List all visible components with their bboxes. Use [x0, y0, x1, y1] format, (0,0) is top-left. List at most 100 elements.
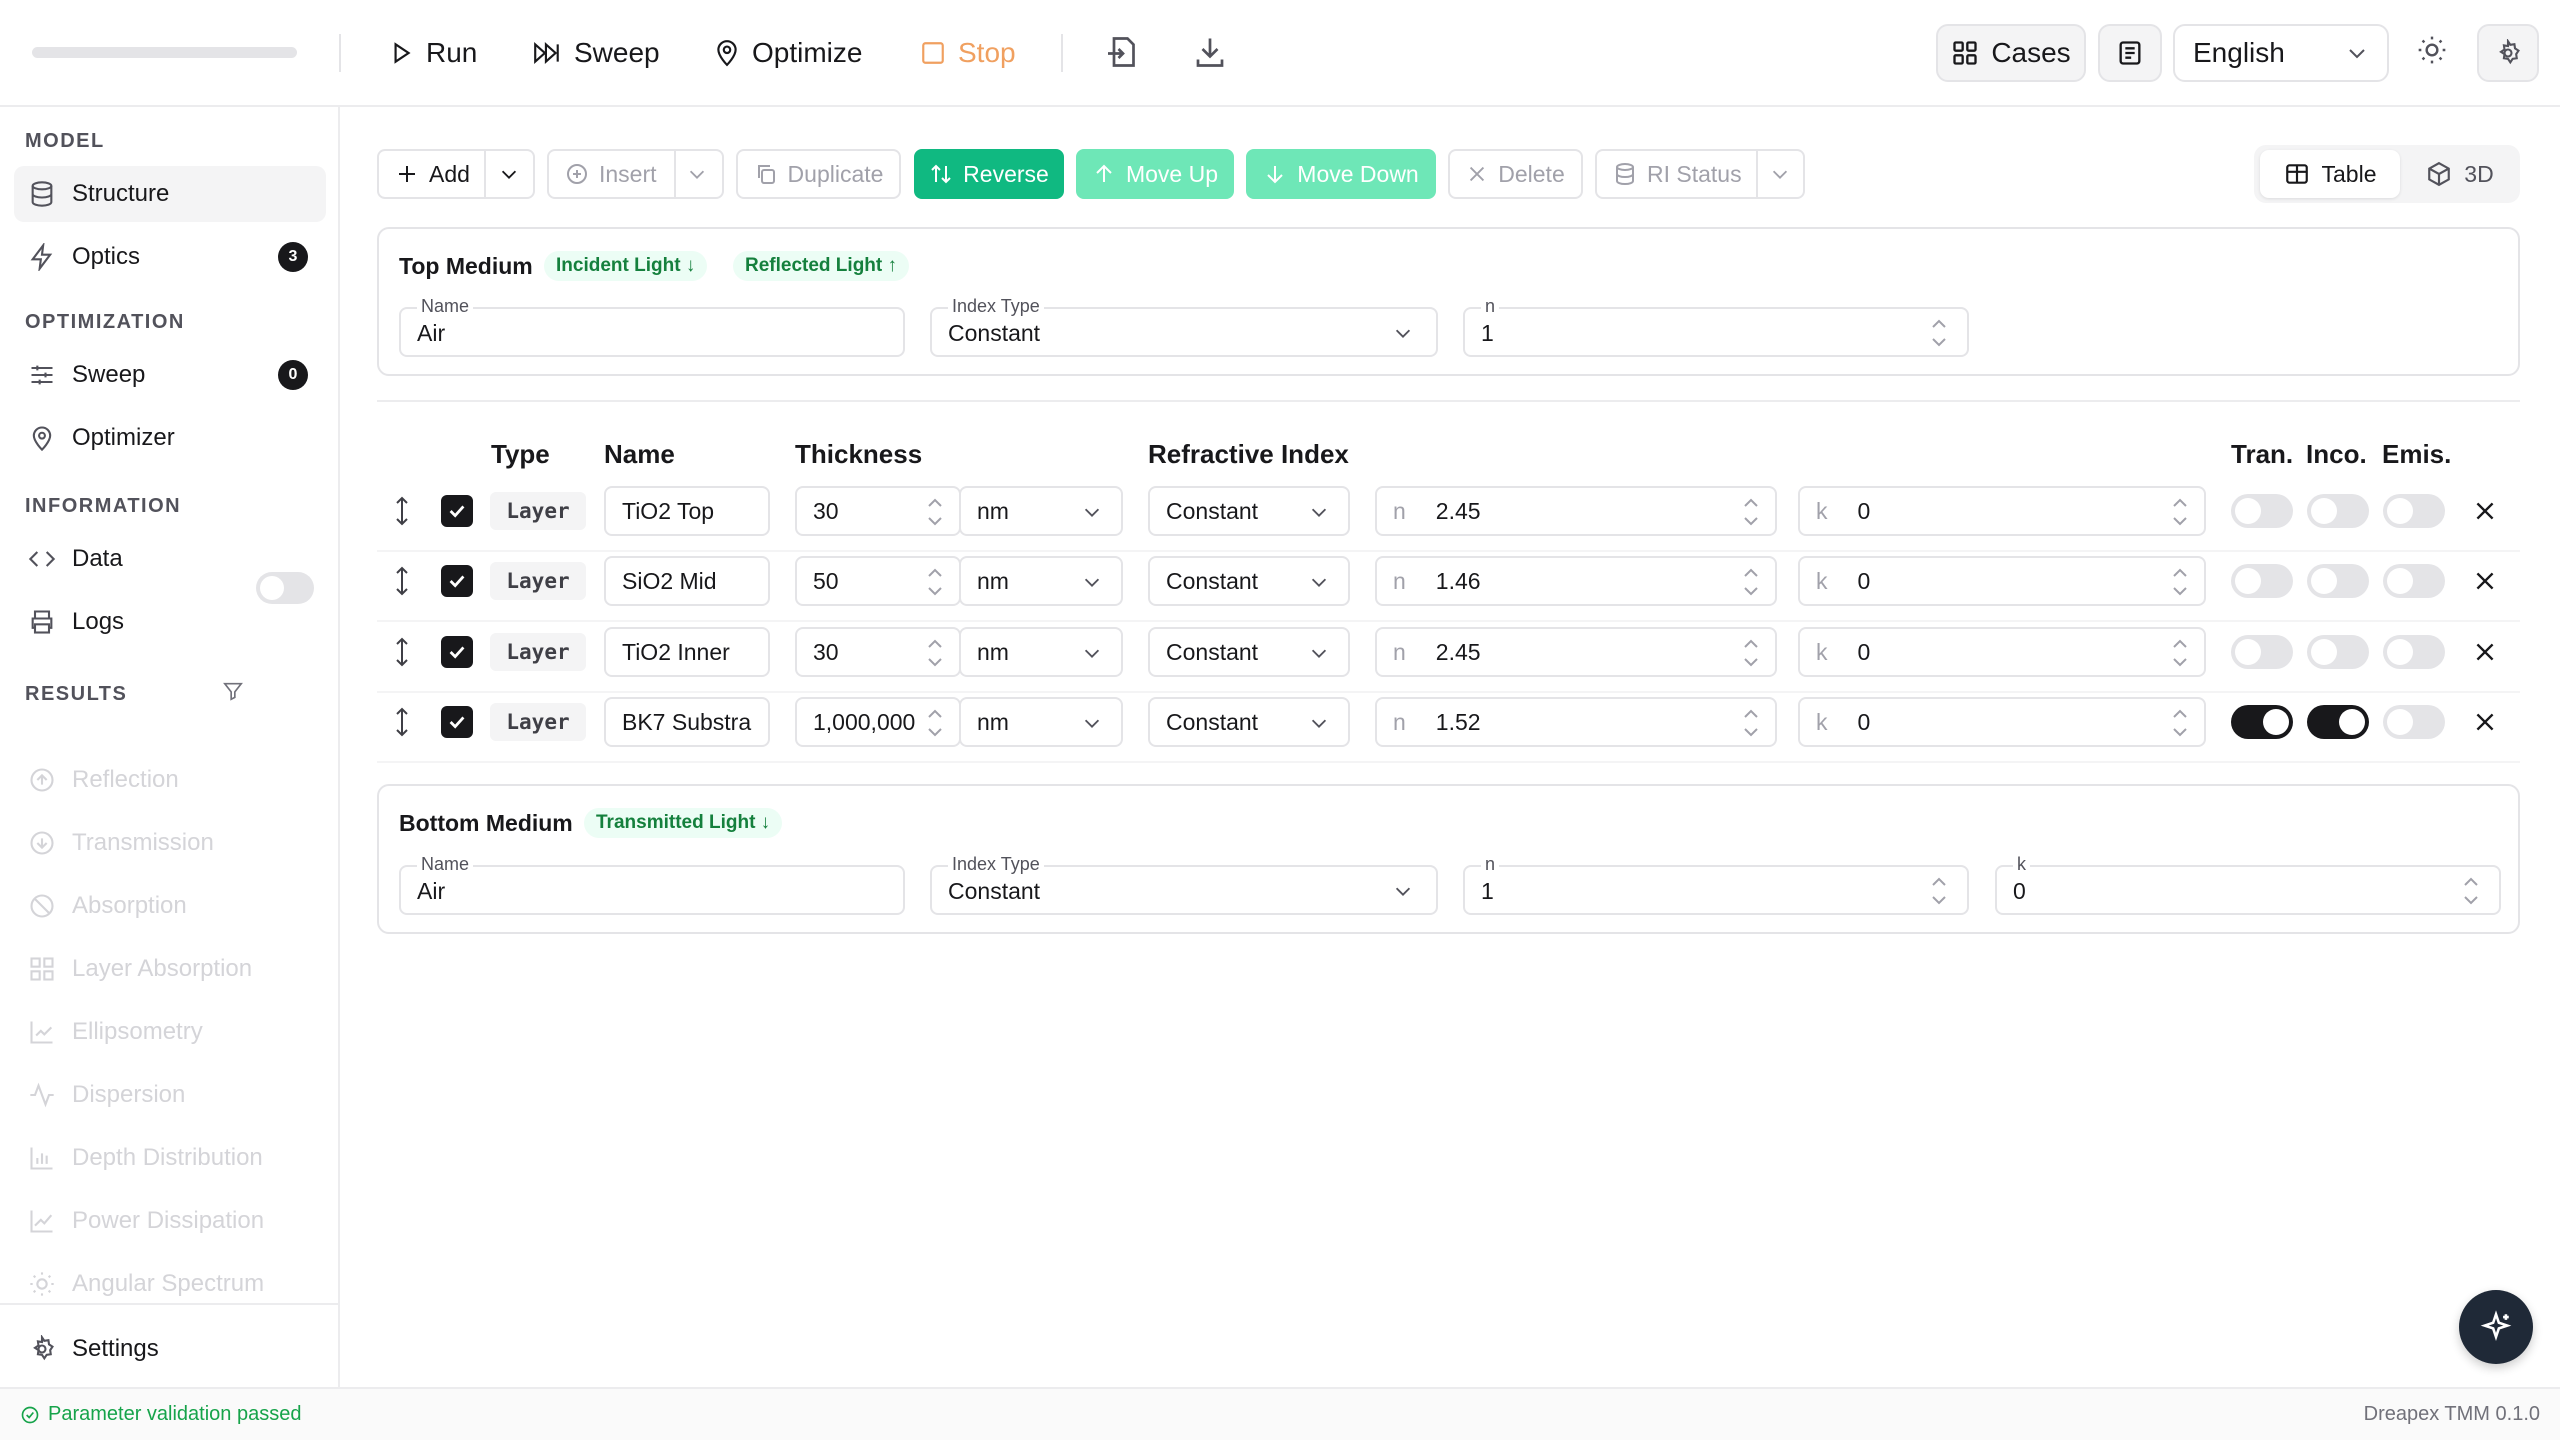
transmission-toggle[interactable] [2231, 635, 2293, 669]
close-icon[interactable] [2472, 639, 2498, 665]
layer-n-input[interactable]: n 2.45 [1375, 486, 1777, 536]
run-button[interactable]: Run [388, 24, 477, 82]
incoherent-toggle[interactable] [2307, 635, 2369, 669]
layer-n-input[interactable]: n 1.46 [1375, 556, 1777, 606]
import-button[interactable] [1105, 34, 1143, 72]
layer-thickness-input[interactable]: 1,000,000 [795, 697, 961, 747]
stepper-icon[interactable] [925, 634, 945, 672]
thickness-unit-select[interactable]: nm [959, 556, 1123, 606]
stepper-icon[interactable] [2170, 704, 2190, 742]
sidebar-item-dispersion[interactable]: Dispersion [14, 1067, 326, 1123]
sidebar-item-sweep[interactable]: Sweep 0 [14, 347, 326, 403]
drag-handle-icon[interactable] [390, 706, 414, 738]
download-button[interactable] [1192, 34, 1230, 72]
layer-enabled-checkbox[interactable] [441, 495, 473, 527]
stepper-icon[interactable] [925, 563, 945, 601]
index-type-select[interactable]: Constant [1148, 627, 1350, 677]
top-medium-index-type-select[interactable]: Index Type Constant [930, 295, 1438, 357]
sidebar-item-optimizer[interactable]: Optimizer [14, 410, 326, 466]
sidebar-item-layer-absorption[interactable]: Layer Absorption [14, 941, 326, 997]
language-select[interactable]: English [2173, 24, 2389, 82]
layer-k-input[interactable]: k 0 [1798, 486, 2206, 536]
stepper-icon[interactable] [925, 493, 945, 531]
drag-handle-icon[interactable] [390, 565, 414, 597]
index-type-select[interactable]: Constant [1148, 486, 1350, 536]
incoherent-toggle[interactable] [2307, 705, 2369, 739]
stepper-icon[interactable] [1929, 314, 1949, 352]
top-medium-name-field[interactable]: Name Air [399, 295, 905, 357]
incoherent-toggle[interactable] [2307, 564, 2369, 598]
bottom-medium-name-field[interactable]: Name Air [399, 853, 905, 915]
layer-name-input[interactable]: TiO2 Inner [604, 627, 770, 677]
emission-toggle[interactable] [2383, 564, 2445, 598]
layer-thickness-input[interactable]: 30 [795, 486, 961, 536]
cases-button[interactable]: Cases [1936, 24, 2086, 82]
chevron-down-icon[interactable] [498, 163, 520, 185]
sweep-button[interactable]: Sweep [532, 24, 660, 82]
close-icon[interactable] [2472, 709, 2498, 735]
stepper-icon[interactable] [1741, 563, 1761, 601]
stepper-icon[interactable] [1929, 872, 1949, 910]
layer-name-input[interactable]: BK7 Substra [604, 697, 770, 747]
bottom-medium-k-input[interactable]: k 0 [1995, 853, 2501, 915]
notes-button[interactable] [2098, 24, 2162, 82]
stepper-icon[interactable] [2170, 634, 2190, 672]
sidebar-item-absorption[interactable]: Absorption [14, 878, 326, 934]
transmission-toggle[interactable] [2231, 494, 2293, 528]
stepper-icon[interactable] [925, 704, 945, 742]
close-icon[interactable] [2472, 498, 2498, 524]
stop-button[interactable]: Stop [920, 24, 1016, 82]
layer-n-input[interactable]: n 1.52 [1375, 697, 1777, 747]
layer-k-input[interactable]: k 0 [1798, 697, 2206, 747]
layer-thickness-input[interactable]: 50 [795, 556, 961, 606]
bottom-medium-n-input[interactable]: n 1 [1463, 853, 1969, 915]
theme-toggle-button[interactable] [2416, 34, 2454, 72]
layer-enabled-checkbox[interactable] [441, 565, 473, 597]
drag-handle-icon[interactable] [390, 636, 414, 668]
stepper-icon[interactable] [2170, 493, 2190, 531]
drag-handle-icon[interactable] [390, 495, 414, 527]
incoherent-toggle[interactable] [2307, 494, 2369, 528]
index-type-select[interactable]: Constant [1148, 556, 1350, 606]
sidebar-item-ellipsometry[interactable]: Ellipsometry [14, 1004, 326, 1060]
layer-k-input[interactable]: k 0 [1798, 627, 2206, 677]
tab-table[interactable]: Table [2260, 150, 2400, 198]
emission-toggle[interactable] [2383, 635, 2445, 669]
results-filter-toggle[interactable] [256, 572, 314, 604]
sidebar-item-optics[interactable]: Optics 3 [14, 229, 326, 285]
layer-k-input[interactable]: k 0 [1798, 556, 2206, 606]
ai-assistant-button[interactable] [2459, 1290, 2533, 1364]
duplicate-button[interactable]: Duplicate [736, 149, 901, 199]
stepper-icon[interactable] [1741, 493, 1761, 531]
sidebar-item-settings[interactable]: Settings [14, 1321, 326, 1377]
optimize-button[interactable]: Optimize [714, 24, 862, 82]
stepper-icon[interactable] [2170, 563, 2190, 601]
tab-3d[interactable]: 3D [2408, 150, 2512, 198]
chevron-down-icon[interactable] [686, 163, 708, 185]
sidebar-item-structure[interactable]: Structure [14, 166, 326, 222]
move-up-button[interactable]: Move Up [1076, 149, 1234, 199]
emission-toggle[interactable] [2383, 494, 2445, 528]
filter-icon[interactable] [222, 680, 244, 702]
close-icon[interactable] [2472, 568, 2498, 594]
chevron-down-icon[interactable] [1769, 163, 1791, 185]
layer-n-input[interactable]: n 2.45 [1375, 627, 1777, 677]
index-type-select[interactable]: Constant [1148, 697, 1350, 747]
sidebar-item-reflection[interactable]: Reflection [14, 752, 326, 808]
layer-enabled-checkbox[interactable] [441, 706, 473, 738]
transmission-toggle[interactable] [2231, 564, 2293, 598]
emission-toggle[interactable] [2383, 705, 2445, 739]
move-down-button[interactable]: Move Down [1246, 149, 1436, 199]
top-medium-n-input[interactable]: n 1 [1463, 295, 1969, 357]
layer-thickness-input[interactable]: 30 [795, 627, 961, 677]
layer-enabled-checkbox[interactable] [441, 636, 473, 668]
transmission-toggle[interactable] [2231, 705, 2293, 739]
delete-button[interactable]: Delete [1448, 149, 1583, 199]
stepper-icon[interactable] [1741, 634, 1761, 672]
bottom-medium-index-type-select[interactable]: Index Type Constant [930, 853, 1438, 915]
thickness-unit-select[interactable]: nm [959, 627, 1123, 677]
thickness-unit-select[interactable]: nm [959, 697, 1123, 747]
layer-name-input[interactable]: TiO2 Top [604, 486, 770, 536]
reverse-button[interactable]: Reverse [914, 149, 1064, 199]
layer-name-input[interactable]: SiO2 Mid [604, 556, 770, 606]
